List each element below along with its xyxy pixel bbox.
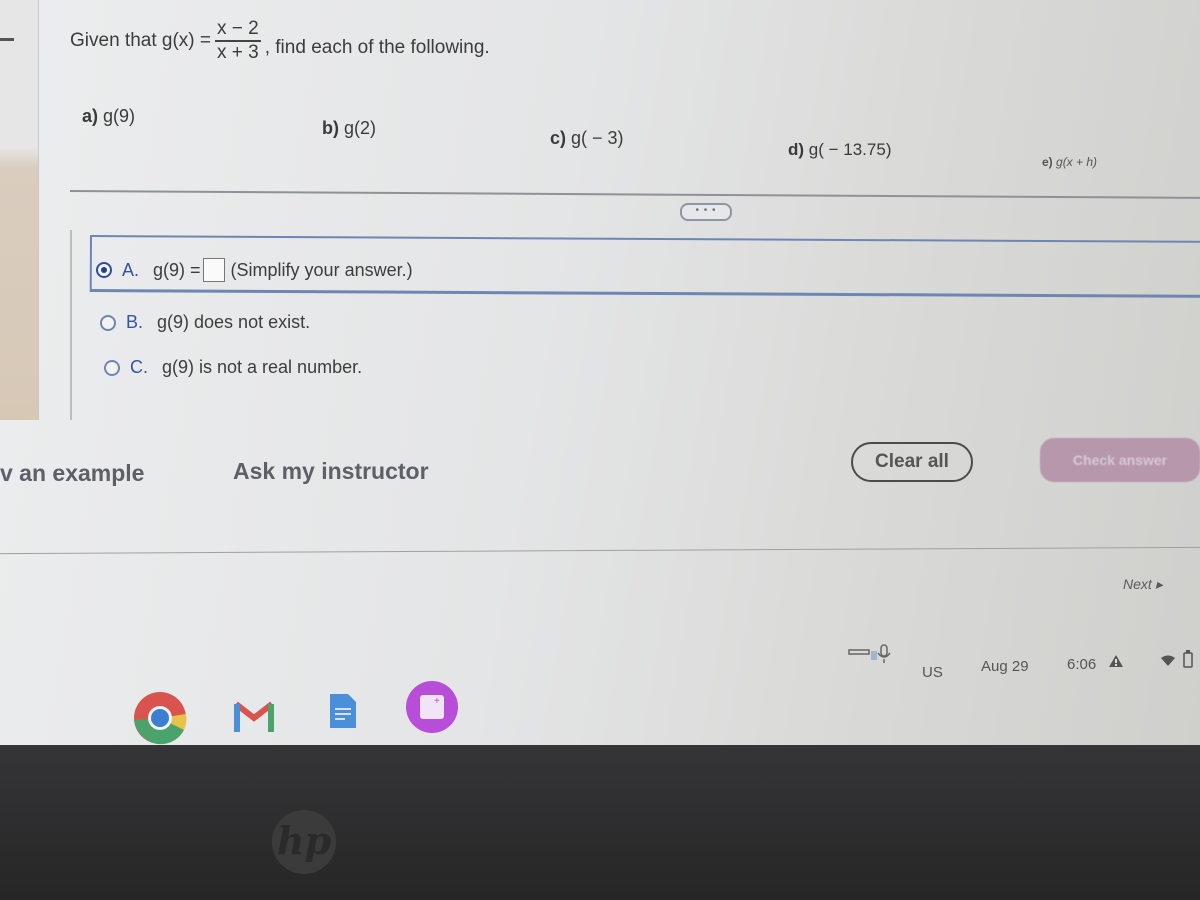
microphone-icon[interactable] <box>876 644 892 668</box>
option-a-prefix: g(9) = <box>153 259 201 280</box>
laptop-bezel <box>0 745 1200 900</box>
fraction: x − 2 x + 3 <box>214 18 261 64</box>
part-label: d) <box>788 140 805 159</box>
part-e: e) g(x + h) <box>1042 155 1097 169</box>
chrome-app[interactable] <box>132 690 187 745</box>
part-label: a) <box>82 106 99 126</box>
chrome-icon <box>134 692 187 745</box>
docs-icon <box>330 694 356 728</box>
part-label: e) <box>1042 155 1053 169</box>
option-b[interactable]: B. g(9) does not exist. <box>100 312 310 333</box>
question-prompt: Given that g(x) = x − 2 x + 3 , find eac… <box>70 18 490 64</box>
laptop-screen: Given that g(x) = x − 2 x + 3 , find eac… <box>0 0 1200 745</box>
fraction-numerator: x − 2 <box>214 18 261 42</box>
battery-icon[interactable] <box>1183 650 1193 672</box>
radio-option-b[interactable] <box>100 314 116 331</box>
ask-instructor-link[interactable]: Ask my instructor <box>233 458 429 485</box>
answer-panel-border <box>70 230 72 420</box>
input-method-indicator[interactable]: US <box>922 664 943 681</box>
part-b: b) g(2) <box>322 118 376 139</box>
radio-option-a[interactable] <box>96 262 112 278</box>
question-suffix: , find each of the following. <box>264 37 490 58</box>
fraction-denominator: x + 3 <box>216 42 259 63</box>
part-c: c) g( − 3) <box>550 128 624 149</box>
brand-logo: hp <box>272 810 336 874</box>
left-sidebar-strip <box>0 0 39 420</box>
screencast-icon: + <box>406 681 458 733</box>
option-a-hint: (Simplify your answer.) <box>230 259 413 280</box>
part-d: d) g( − 13.75) <box>788 140 891 160</box>
clear-all-button[interactable]: Clear all <box>851 442 973 482</box>
option-letter: A. <box>122 259 140 280</box>
part-a: a) g(9) <box>82 106 135 127</box>
option-letter: B. <box>126 312 144 332</box>
collapse-dash-icon[interactable] <box>0 38 14 41</box>
more-options-button[interactable]: • • • <box>680 203 732 221</box>
option-a[interactable]: A. g(9) = (Simplify your answer.) <box>96 258 413 282</box>
gmail-icon <box>234 701 274 732</box>
radio-option-c[interactable] <box>104 359 120 376</box>
option-b-text: g(9) does not exist. <box>157 312 311 332</box>
part-label: c) <box>550 128 567 148</box>
option-c-text: g(9) is not a real number. <box>162 357 363 377</box>
check-answer-button[interactable]: Check answer <box>1040 438 1200 482</box>
date-display[interactable]: Aug 29 <box>981 658 1029 675</box>
gmail-app[interactable] <box>232 698 282 748</box>
view-example-link[interactable]: v an example <box>0 460 144 487</box>
option-c[interactable]: C. g(9) is not a real number. <box>104 357 362 378</box>
part-expr: g(x + h) <box>1056 155 1098 169</box>
svg-text:+: + <box>434 696 440 707</box>
part-expr: g( − 13.75) <box>808 140 892 159</box>
docs-app[interactable] <box>328 692 378 742</box>
section-divider <box>69 190 1200 199</box>
part-expr: g( − 3) <box>571 128 624 148</box>
part-expr: g(2) <box>344 118 377 138</box>
warning-icon <box>1108 654 1124 672</box>
option-letter: C. <box>130 357 148 377</box>
part-label: b) <box>322 118 339 138</box>
question-prefix: Given that g(x) = <box>70 30 211 51</box>
answer-input[interactable] <box>202 258 225 282</box>
tray-window-icon[interactable] <box>848 646 878 666</box>
wifi-icon[interactable] <box>1160 654 1176 671</box>
screencast-app[interactable]: + <box>405 680 458 733</box>
part-expr: g(9) <box>103 106 136 126</box>
next-link[interactable]: Next ▸ <box>1123 576 1163 593</box>
footer-divider <box>0 546 1200 555</box>
time-display[interactable]: 6:06 <box>1067 656 1096 673</box>
